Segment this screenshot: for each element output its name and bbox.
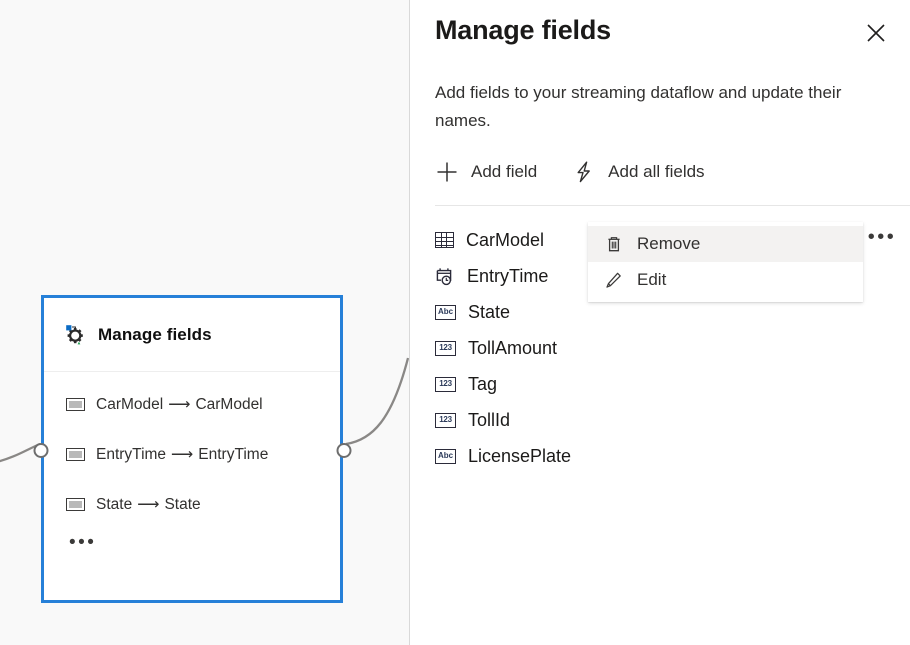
manage-fields-gear-icon [65, 324, 87, 346]
node-mapping-row: State ⟶ State [66, 492, 340, 517]
add-field-label: Add field [471, 162, 537, 182]
field-list-item[interactable]: 123 TollId [435, 402, 905, 438]
add-field-button[interactable]: Add field [435, 155, 537, 189]
text-type-icon: Abc [435, 449, 456, 464]
number-type-icon: 123 [435, 341, 456, 356]
dataflow-canvas[interactable]: Manage fields CarModel ⟶ CarModel EntryTim… [0, 0, 410, 645]
field-name: EntryTime [467, 266, 548, 287]
menu-item-label: Edit [637, 270, 666, 290]
arrow-icon: ⟶ [168, 395, 190, 414]
close-icon [864, 21, 888, 45]
panel-description: Add fields to your streaming dataflow an… [435, 79, 899, 135]
number-type-icon: 123 [435, 413, 456, 428]
node-title: Manage fields [98, 325, 212, 345]
field-name: CarModel [466, 230, 544, 251]
lightning-icon [572, 160, 596, 184]
mapping-target: EntryTime [198, 446, 268, 463]
divider [435, 205, 910, 206]
table-icon [435, 232, 454, 248]
add-all-fields-label: Add all fields [608, 162, 704, 182]
field-list-item[interactable]: Abc LicensePlate [435, 438, 905, 474]
close-button[interactable] [855, 12, 897, 54]
manage-fields-panel: Manage fields Add fields to your streami… [411, 0, 910, 645]
field-list-item[interactable]: 123 Tag [435, 366, 905, 402]
mapping-target: State [164, 496, 200, 513]
field-name: TollAmount [468, 338, 557, 359]
node-header: Manage fields [44, 298, 340, 372]
field-rect-icon [66, 448, 85, 461]
field-context-menu: Remove Edit [588, 222, 863, 302]
field-rect-icon [66, 398, 85, 411]
field-list-item[interactable]: 123 TollAmount [435, 330, 905, 366]
menu-item-remove[interactable]: Remove [588, 226, 863, 262]
field-name: TollId [468, 410, 510, 431]
field-name: LicensePlate [468, 446, 571, 467]
calendar-clock-icon [435, 267, 455, 286]
page-title: Manage fields [435, 15, 611, 46]
node-mapping-row: CarModel ⟶ CarModel [66, 392, 340, 417]
outgoing-connector [346, 358, 408, 444]
mapping-source: State [96, 496, 132, 513]
menu-item-label: Remove [637, 234, 700, 254]
trash-icon [605, 235, 623, 254]
mapping-source: CarModel [96, 396, 163, 413]
pencil-icon [605, 271, 623, 290]
input-port[interactable] [34, 443, 49, 458]
arrow-icon: ⟶ [171, 445, 193, 464]
mapping-source: EntryTime [96, 446, 166, 463]
output-port[interactable] [337, 443, 352, 458]
panel-action-bar: Add field Add all fields [435, 155, 740, 189]
node-mapping-row: EntryTime ⟶ EntryTime [66, 442, 340, 467]
menu-item-edit[interactable]: Edit [588, 262, 863, 298]
field-overflow-button[interactable]: ••• [866, 226, 898, 256]
node-more-button[interactable]: ••• [69, 538, 340, 552]
number-type-icon: 123 [435, 377, 456, 392]
field-rect-icon [66, 498, 85, 511]
field-name: Tag [468, 374, 497, 395]
add-all-fields-button[interactable]: Add all fields [572, 155, 704, 189]
plus-icon [435, 160, 459, 184]
field-name: State [468, 302, 510, 323]
node-body: CarModel ⟶ CarModel EntryTime ⟶ EntryTime St… [44, 372, 340, 552]
arrow-icon: ⟶ [137, 495, 159, 514]
mapping-target: CarModel [195, 396, 262, 413]
text-type-icon: Abc [435, 305, 456, 320]
manage-fields-node[interactable]: Manage fields CarModel ⟶ CarModel EntryTim… [41, 295, 343, 603]
